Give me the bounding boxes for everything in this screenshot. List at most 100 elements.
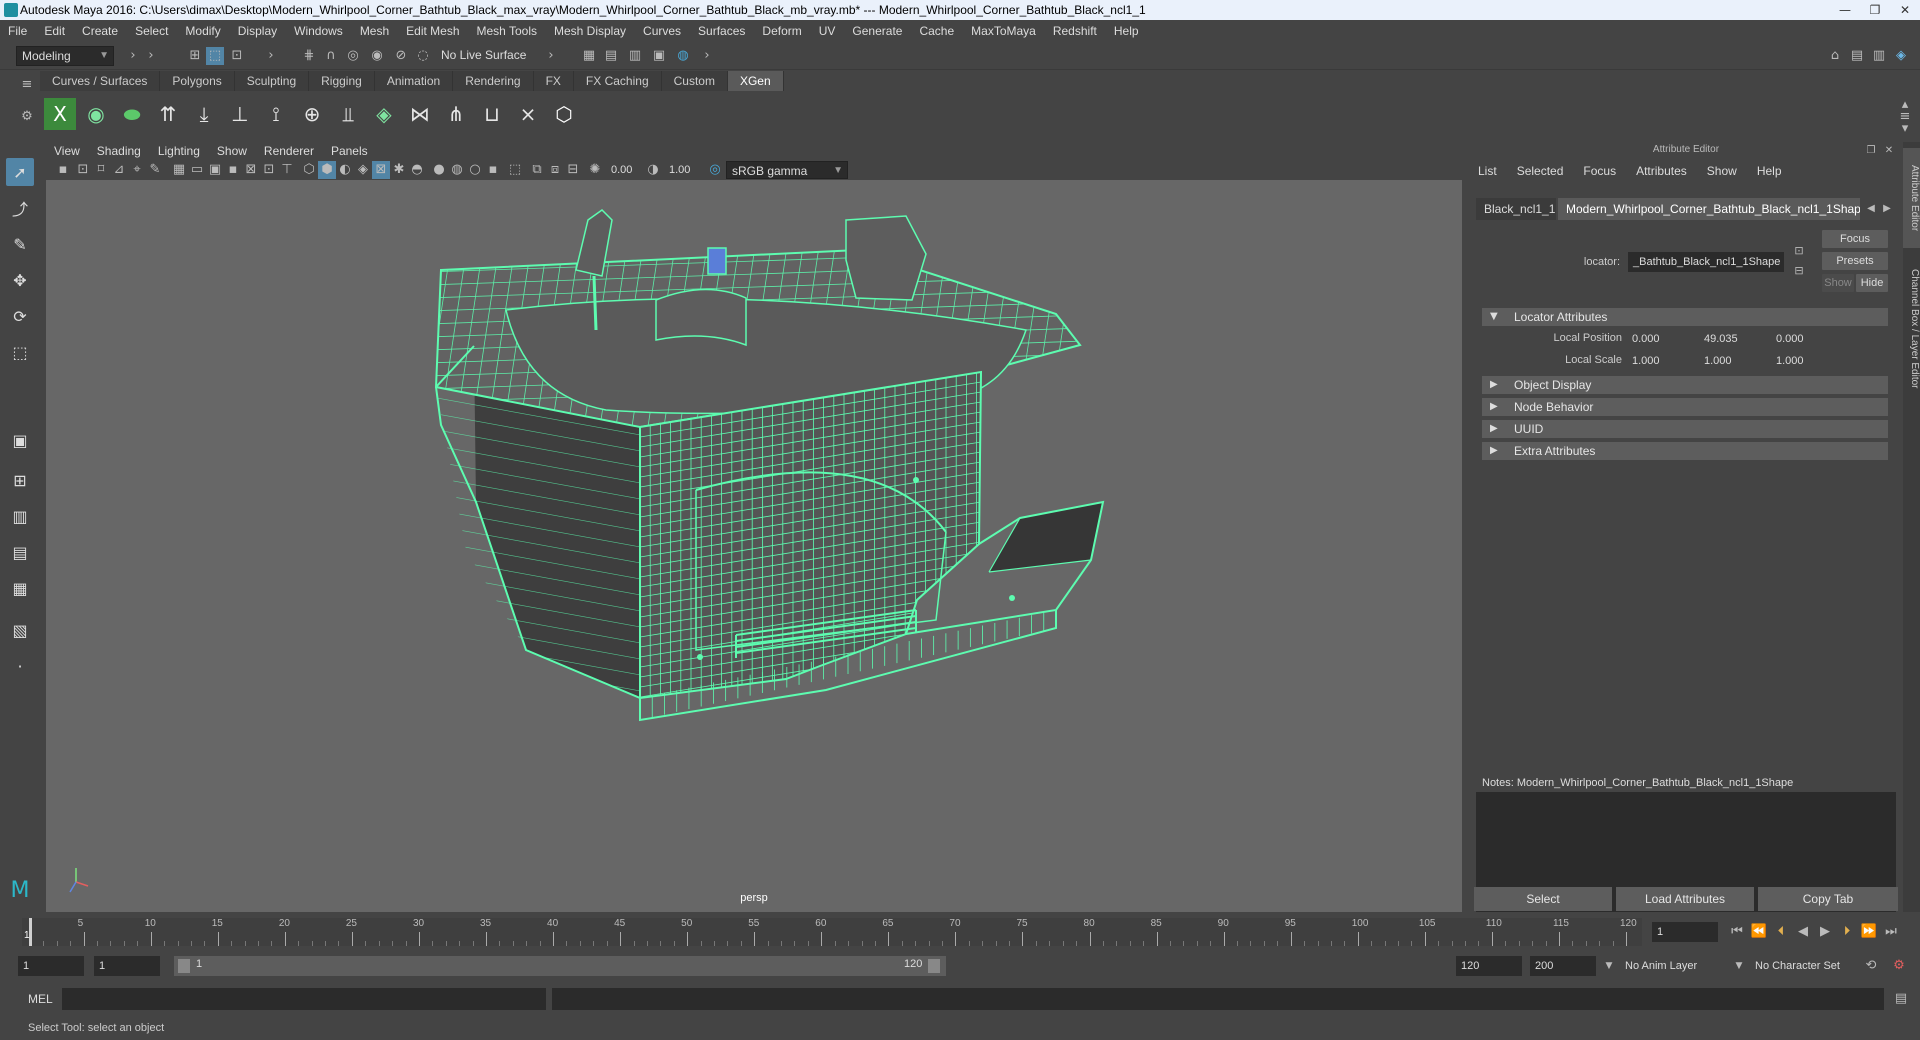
shelf-tab-fx[interactable]: FX xyxy=(533,71,574,91)
menu-edit[interactable]: Edit xyxy=(44,24,65,38)
paint-select-icon[interactable]: ✎ xyxy=(6,230,34,258)
time-ruler[interactable]: 1 5 10 15 20 25 30 35 40 45 50 55 60 65 70 75 80 85 90 95 10… xyxy=(22,918,1642,946)
local-scale-z-field[interactable]: 1.000 xyxy=(1772,352,1836,370)
ae-menu-show[interactable]: Show xyxy=(1707,164,1737,184)
range-slider-track[interactable]: 1 120 xyxy=(174,956,946,976)
local-position-x-field[interactable]: 0.000 xyxy=(1628,330,1692,348)
go-to-start-icon[interactable]: ⏮ xyxy=(1728,923,1746,941)
viewport-menu-show[interactable]: Show xyxy=(217,144,247,158)
anim-start-field[interactable]: 1 xyxy=(18,956,84,976)
tab-scroll-right-icon[interactable]: ▶ xyxy=(1878,200,1896,218)
step-back-frame-icon[interactable]: ⏴ xyxy=(1772,923,1790,941)
shelf-tab-rigging[interactable]: Rigging xyxy=(309,71,375,91)
add-guide-icon[interactable]: ⊥ xyxy=(224,98,256,130)
render-settings-icon[interactable]: ▣ xyxy=(650,47,668,65)
workspace-icon[interactable]: ⌂ xyxy=(1826,47,1844,65)
menu-file[interactable]: File xyxy=(8,24,27,38)
delete-guide-icon[interactable]: ⨯ xyxy=(512,98,544,130)
anim-end-field[interactable]: 200 xyxy=(1530,956,1596,976)
copy-tab-button[interactable]: Copy Tab xyxy=(1758,887,1898,911)
perspective-viewport[interactable]: persp xyxy=(46,180,1462,912)
motion-blur-icon[interactable]: ◍ xyxy=(448,161,466,179)
play-backward-icon[interactable]: ◀ xyxy=(1794,923,1812,941)
section-extra-attributes[interactable]: ▶ Extra Attributes xyxy=(1482,442,1888,460)
groom-density-icon[interactable]: ⇈ xyxy=(152,98,184,130)
ae-menu-focus[interactable]: Focus xyxy=(1583,164,1616,184)
smooth-shade-icon[interactable]: ⬢ xyxy=(318,161,336,179)
snap-surface-icon[interactable]: ⊘ xyxy=(392,47,410,65)
menu-generate[interactable]: Generate xyxy=(852,24,902,38)
step-back-key-icon[interactable]: ⏪ xyxy=(1750,923,1768,941)
show-button[interactable]: Show xyxy=(1822,274,1854,292)
xray-components-icon[interactable]: ⧈ xyxy=(546,161,564,179)
resolution-gate-icon[interactable]: ▣ xyxy=(206,161,224,179)
playback-start-field[interactable]: 1 xyxy=(94,956,160,976)
guide-length-icon[interactable]: ⫫ xyxy=(332,98,364,130)
bend-guide-icon[interactable]: ⋈ xyxy=(404,98,436,130)
default-material-icon[interactable]: ◐ xyxy=(336,161,354,179)
menu-mesh[interactable]: Mesh xyxy=(360,24,389,38)
collapse-arrow-icon[interactable]: › xyxy=(124,47,142,65)
more-layouts-icon[interactable]: · xyxy=(6,652,34,680)
section-node-behavior[interactable]: ▶ Node Behavior xyxy=(1482,398,1888,416)
ae-menu-selected[interactable]: Selected xyxy=(1517,164,1564,184)
xray-joints-icon[interactable]: ⧉ xyxy=(528,161,546,179)
toggle-panel-icon[interactable]: ▥ xyxy=(1870,47,1888,65)
anti-aliasing-icon[interactable]: ○ xyxy=(466,161,484,179)
snap-point-icon[interactable]: ◎ xyxy=(344,47,362,65)
section-locator-attributes[interactable]: ▼ Locator Attributes xyxy=(1482,308,1888,326)
place-guide-icon[interactable]: ⤓ xyxy=(188,98,220,130)
collapse-arrow-icon[interactable]: › xyxy=(698,47,716,65)
persp-hypershade-icon[interactable]: ▦ xyxy=(6,574,34,602)
shelf-scroll-down-icon[interactable]: ▾ xyxy=(1896,120,1914,138)
isolate-select-icon[interactable]: ⬚ xyxy=(506,161,524,179)
snap-curve-icon[interactable]: ∩ xyxy=(322,47,340,65)
film-gate-icon[interactable]: ▭ xyxy=(188,161,206,179)
shelf-tab-rendering[interactable]: Rendering xyxy=(453,71,534,91)
anim-layer-dropdown[interactable]: No Anim Layer xyxy=(1620,956,1740,976)
node-name-field[interactable]: _Bathtub_Black_ncl1_1Shape xyxy=(1628,252,1784,272)
image-plane-icon[interactable]: ⊿ xyxy=(110,161,128,179)
menu-uv[interactable]: UV xyxy=(819,24,836,38)
safe-title-icon[interactable]: ⊤ xyxy=(278,161,296,179)
sculpt-guide-icon[interactable]: ⟟ xyxy=(260,98,292,130)
anim-prefs-icon[interactable]: ⚙ xyxy=(1890,957,1908,975)
menu-help[interactable]: Help xyxy=(1114,24,1139,38)
menu-set-dropdown[interactable]: Modeling ▼ xyxy=(16,46,114,66)
play-forward-icon[interactable]: ▶ xyxy=(1816,923,1834,941)
lock-guide-icon[interactable]: ⊕ xyxy=(296,98,328,130)
hud-icon[interactable]: ⊟ xyxy=(564,161,582,179)
presets-button[interactable]: Presets xyxy=(1822,252,1888,270)
select-tool-icon[interactable]: ➚ xyxy=(6,158,34,186)
close-panel-icon[interactable]: ✕ xyxy=(1880,142,1898,160)
gamma-icon[interactable]: ◑ xyxy=(644,161,662,179)
camera-lock-icon[interactable]: ⊡ xyxy=(74,161,92,179)
collapse-arrow-icon[interactable]: › xyxy=(142,47,160,65)
exposure-icon[interactable]: ✺ xyxy=(586,161,604,179)
layer-editor-icon[interactable]: ◈ xyxy=(1892,47,1910,65)
command-input[interactable] xyxy=(62,988,546,1010)
bathtub-wireframe-model[interactable] xyxy=(46,180,1462,912)
load-attributes-button[interactable]: Load Attributes xyxy=(1616,887,1754,911)
local-position-y-field[interactable]: 49.035 xyxy=(1700,330,1764,348)
select-hierarchy-icon[interactable]: ⊞ xyxy=(186,47,204,65)
node-tab-shape[interactable]: Modern_Whirlpool_Corner_Bathtub_Black_nc… xyxy=(1558,198,1860,220)
render-frame-icon[interactable]: ▤ xyxy=(602,47,620,65)
section-object-display[interactable]: ▶ Object Display xyxy=(1482,376,1888,394)
normalize-guide-icon[interactable]: ⊔ xyxy=(476,98,508,130)
select-object-icon[interactable]: ⬚ xyxy=(206,47,224,65)
hide-button[interactable]: Hide xyxy=(1856,274,1888,292)
rotate-tool-icon[interactable]: ⟳ xyxy=(6,302,34,330)
viewport-menu-view[interactable]: View xyxy=(54,144,80,158)
move-tool-icon[interactable]: ✥ xyxy=(6,266,34,294)
ipr-render-icon[interactable]: ▥ xyxy=(626,47,644,65)
input-connections-icon[interactable]: ⊡ xyxy=(1790,242,1808,260)
script-editor-icon[interactable]: ▤ xyxy=(1892,990,1910,1008)
snap-live-icon[interactable]: ◌ xyxy=(414,47,432,65)
current-time-indicator[interactable] xyxy=(29,918,32,946)
menu-create[interactable]: Create xyxy=(82,24,118,38)
layer-stack-icon[interactable]: ◈ xyxy=(368,98,400,130)
local-position-z-field[interactable]: 0.000 xyxy=(1772,330,1836,348)
menu-surfaces[interactable]: Surfaces xyxy=(698,24,745,38)
collapse-arrow-icon[interactable]: › xyxy=(542,47,560,65)
